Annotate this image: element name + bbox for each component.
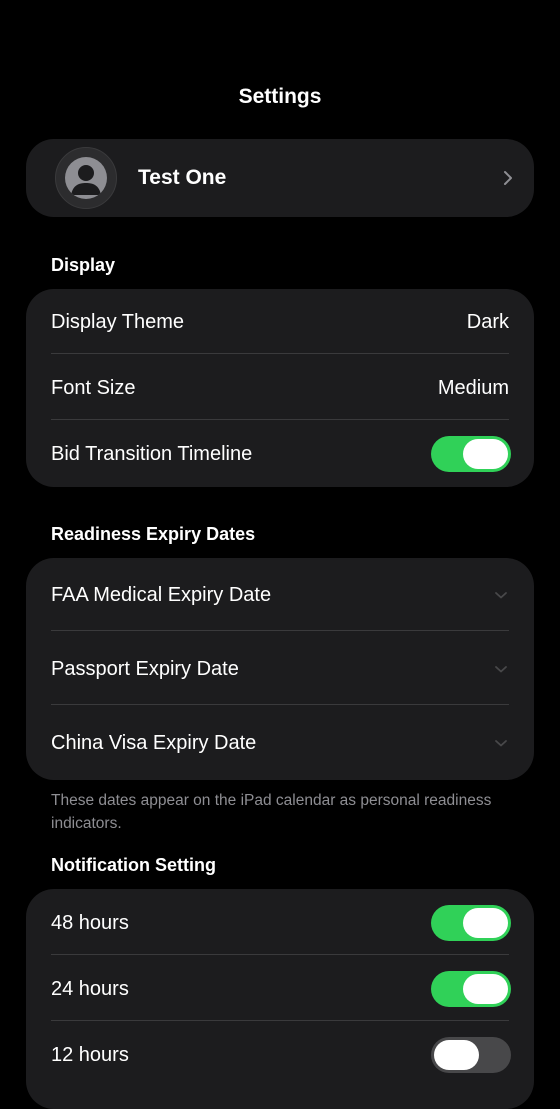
notification-row-48: 48 hours — [51, 905, 511, 941]
display-theme-value: Dark — [466, 311, 509, 333]
divider — [51, 1020, 509, 1021]
notification-toggle-24[interactable] — [431, 971, 511, 1007]
notification-label: 12 hours — [51, 1044, 129, 1066]
notification-toggle-12[interactable] — [431, 1037, 511, 1073]
divider — [51, 704, 509, 705]
notification-label: 24 hours — [51, 978, 129, 1000]
chevron-down-icon — [495, 592, 507, 599]
section-header-readiness: Readiness Expiry Dates — [51, 524, 256, 544]
readiness-footnote: These dates appear on the iPad calendar … — [51, 792, 492, 832]
divider — [51, 419, 509, 420]
bid-transition-row: Bid Transition Timeline — [51, 436, 511, 472]
page-title: Settings — [238, 85, 322, 108]
bid-transition-label: Bid Transition Timeline — [51, 443, 253, 465]
faa-medical-row[interactable]: FAA Medical Expiry Date — [51, 582, 509, 608]
notification-toggle-48[interactable] — [431, 905, 511, 941]
notification-row-12: 12 hours — [51, 1037, 511, 1073]
notifications-card: 48 hours 24 hours 12 hours — [26, 889, 534, 1109]
divider — [51, 954, 509, 955]
display-theme-row[interactable]: Display Theme Dark — [51, 309, 509, 335]
font-size-row[interactable]: Font Size Medium — [51, 375, 509, 401]
passport-row[interactable]: Passport Expiry Date — [51, 656, 509, 682]
display-card: Display Theme Dark Font Size Medium Bid … — [26, 289, 534, 487]
toggle-knob — [463, 974, 508, 1004]
readiness-card: FAA Medical Expiry Date Passport Expiry … — [26, 558, 534, 780]
notification-row-24: 24 hours — [51, 971, 511, 1007]
chevron-down-icon — [495, 666, 507, 673]
person-icon — [65, 157, 107, 199]
china-visa-label: China Visa Expiry Date — [51, 732, 257, 754]
bid-transition-toggle[interactable] — [431, 436, 511, 472]
chevron-right-icon — [504, 171, 512, 185]
section-header-display: Display — [51, 255, 116, 275]
divider — [51, 630, 509, 631]
faa-medical-label: FAA Medical Expiry Date — [51, 584, 272, 606]
notification-label: 48 hours — [51, 912, 129, 934]
font-size-label: Font Size — [51, 377, 136, 399]
chevron-down-icon — [495, 740, 507, 747]
profile-row[interactable]: Test One — [26, 139, 534, 217]
display-theme-label: Display Theme — [51, 311, 185, 333]
china-visa-row[interactable]: China Visa Expiry Date — [51, 730, 509, 756]
toggle-knob — [463, 439, 508, 469]
font-size-value: Medium — [437, 377, 509, 399]
section-header-notifications: Notification Setting — [51, 855, 216, 875]
profile-name: Test One — [138, 166, 227, 189]
toggle-knob — [434, 1040, 479, 1070]
toggle-knob — [463, 908, 508, 938]
divider — [51, 353, 509, 354]
avatar — [55, 147, 117, 209]
passport-label: Passport Expiry Date — [51, 658, 239, 680]
